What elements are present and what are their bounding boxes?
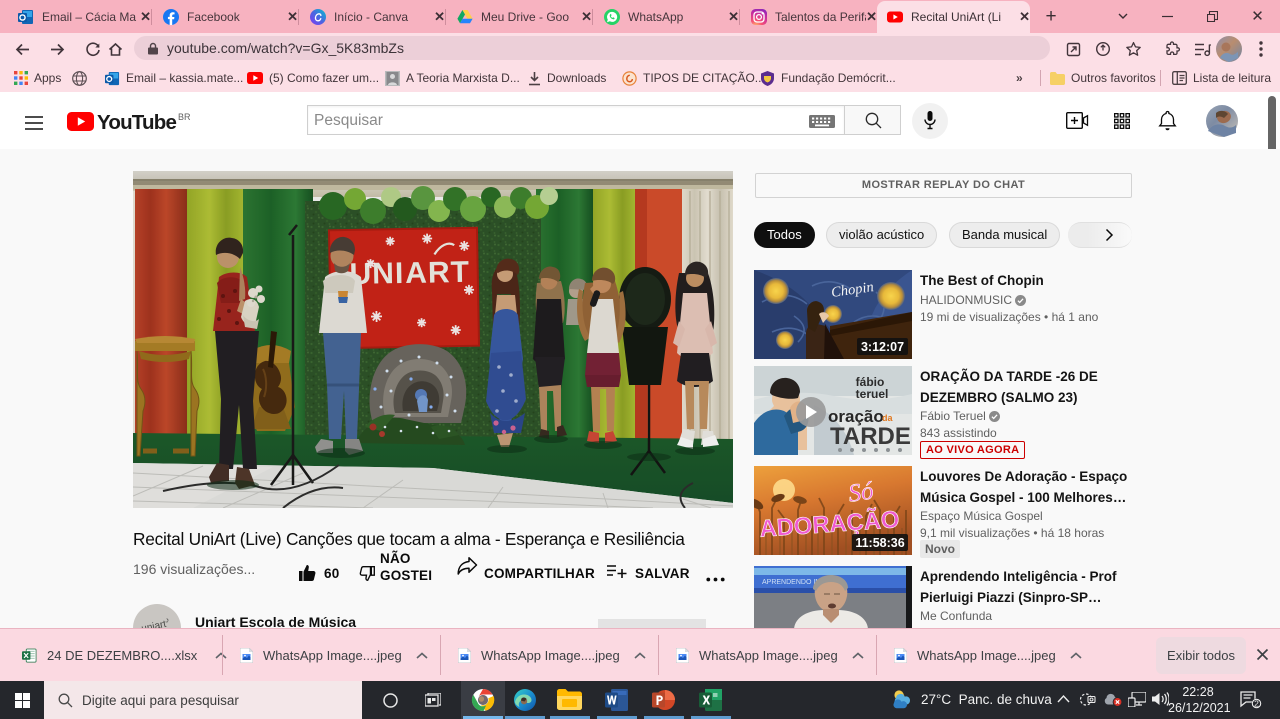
svg-text:TARDE: TARDE [830, 423, 911, 450]
svg-text:2: 2 [1254, 699, 1259, 709]
svg-text:3:12:07: 3:12:07 [861, 340, 904, 354]
svg-text:teruel: teruel [856, 387, 889, 401]
svg-text:11:58:36: 11:58:36 [855, 536, 904, 550]
svg-text:da: da [882, 413, 893, 423]
svg-text:Só: Só [847, 477, 876, 507]
